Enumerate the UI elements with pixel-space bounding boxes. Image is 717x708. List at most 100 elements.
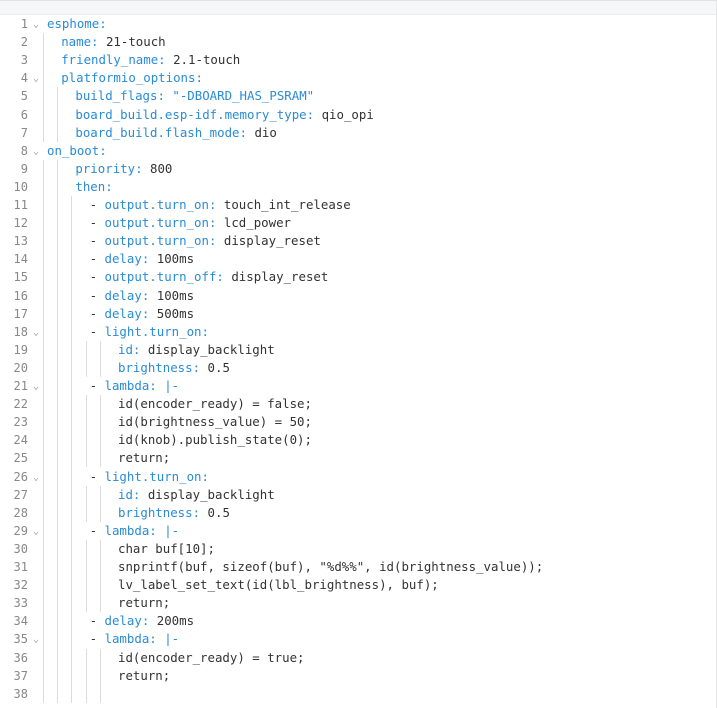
line-number: 1 [20,17,28,31]
chevron-down-icon[interactable]: ⌄ [31,469,41,487]
code-text: id(encoder_ready) = false; [118,395,312,413]
chevron-down-icon[interactable]: ⌄ [31,143,41,161]
yaml-key: platformio_options [61,70,196,86]
code-line[interactable]: 26 ⌄ - light.turn_on: [0,468,717,486]
line-number: 29 [13,523,28,538]
code-line[interactable]: 31 snprintf(buf, sizeof(buf), "%d%%", id(… [0,558,717,576]
code-text: - delay: 100ms [90,250,194,268]
list-dash: - [89,197,105,212]
code-line[interactable]: 12 - output.turn_on: lcd_power [0,214,717,232]
code-line[interactable]: 37 return; [0,667,717,685]
chevron-down-icon[interactable]: ⌄ [31,70,41,88]
code-line[interactable]: 14 - delay: 100ms [0,250,717,268]
key-separator: : [201,323,209,339]
line-number: 10 [13,179,28,194]
yaml-value: dio [246,124,277,140]
code-line[interactable]: 33 return; [0,594,717,612]
code-line[interactable]: 36 id(encoder_ready) = true; [0,649,717,667]
code-line[interactable]: 10 then: [0,178,717,196]
code-line[interactable]: 16 - delay: 100ms [0,287,717,305]
line-number: 20 [13,360,28,375]
code-line[interactable]: 1 ⌄ esphome: [0,15,717,33]
code-line[interactable]: 28 brightness: 0.5 [0,504,717,522]
code-text: return; [118,449,170,467]
code-area[interactable]: 1 ⌄ esphome: 2 name: 21-touch 3 friendly_name:… [0,15,717,708]
list-dash: - [89,631,105,647]
line-number: 2 [20,35,28,50]
code-text: lv_label_set_text(id(lbl_brightness), bu… [118,576,439,594]
code-line[interactable]: 29 ⌄ - lambda: |- [0,522,717,540]
yaml-value: 21-touch [98,34,166,50]
yaml-value: 500ms [149,305,195,321]
yaml-key: delay [104,613,142,629]
list-dash: - [89,613,105,629]
yaml-key: output.turn_off [104,269,217,285]
code-line[interactable]: 23 id(brightness_value) = 50; [0,413,717,431]
yaml-value: id(brightness_value) = 50; [118,414,312,430]
code-line[interactable]: 3 friendly_name: 2.1-touch [0,51,717,69]
code-line[interactable]: 17 - delay: 500ms [0,305,717,323]
yaml-key: output.turn_on [104,233,209,249]
indent-guide [57,87,59,142]
chevron-down-icon[interactable]: ⌄ [31,324,41,342]
code-line[interactable]: 6 board_build.esp-idf.memory_type: qio_op… [0,106,717,124]
code-line[interactable]: 7 board_build.flash_mode: dio [0,124,717,142]
yaml-value: id(encoder_ready) = true; [118,649,305,665]
code-line[interactable]: 8 ⌄ on_boot: [0,142,717,160]
code-line[interactable]: 19 id: display_backlight [0,341,717,359]
key-separator: : [158,52,166,68]
yaml-key: output.turn_on [104,197,209,212]
code-line[interactable]: 5 build_flags: "-DBOARD_HAS_PSRAM" [0,87,717,105]
code-line[interactable]: 34 - delay: 200ms [0,612,717,630]
code-line[interactable]: 25 return; [0,449,717,467]
code-editor[interactable]: 1 ⌄ esphome: 2 name: 21-touch 3 friendly_name:… [0,0,717,708]
code-text: - light.turn_on: [90,323,209,341]
chevron-down-icon[interactable]: ⌄ [31,16,41,34]
line-number: 21 [13,379,28,393]
key-separator: : [149,631,157,647]
chevron-down-icon[interactable]: ⌄ [31,523,41,541]
code-text: - delay: 200ms [90,612,194,630]
code-line[interactable]: 21 ⌄ - lambda: |- [0,377,717,395]
code-line[interactable]: 24 id(knob).publish_state(0); [0,431,717,449]
list-dash: - [89,287,105,303]
yaml-value: display_backlight [140,486,275,502]
code-line[interactable]: 30 char buf[10]; [0,540,717,558]
list-dash: - [89,269,105,285]
code-line[interactable]: 18 ⌄ - light.turn_on: [0,323,717,341]
code-text: - lambda: |- [90,377,180,395]
yaml-value: qio_opi [314,106,374,122]
code-line[interactable]: 38 [0,685,717,703]
code-line[interactable]: 15 - output.turn_off: display_reset [0,268,717,286]
indent-guide [71,196,73,703]
chevron-down-icon[interactable]: ⌄ [31,378,41,396]
code-line[interactable]: 11 - output.turn_on: touch_int_release [0,196,717,214]
editor-top-bar [0,1,717,15]
line-number: 6 [20,107,28,122]
code-line[interactable]: 20 brightness: 0.5 [0,359,717,377]
yaml-key: brightness [118,504,193,520]
line-number: 28 [13,505,28,520]
string-value: "-DBOARD_HAS_PSRAM" [164,88,315,104]
code-line[interactable]: 4 ⌄ platformio_options: [0,69,717,87]
indent-guide [85,485,87,522]
yaml-value: return; [118,667,171,683]
code-line[interactable]: 9 priority: 800 [0,160,717,178]
yaml-key: build_flags [75,88,158,104]
list-dash: - [89,323,105,339]
chevron-down-icon[interactable]: ⌄ [31,631,41,649]
code-line[interactable]: 32 lv_label_set_text(id(lbl_brightness), … [0,576,717,594]
code-text: - lambda: |- [90,630,180,648]
code-line[interactable]: 13 - output.turn_on: display_reset [0,232,717,250]
list-dash: - [89,215,105,231]
yaml-value: 100ms [149,287,195,303]
key-separator: : [149,522,157,538]
code-line[interactable]: 35 ⌄ - lambda: |- [0,630,717,648]
code-line[interactable]: 2 name: 21-touch [0,33,717,51]
indent-guide [99,395,101,468]
indent-guide [85,395,87,468]
code-line[interactable]: 27 id: display_backlight [0,486,717,504]
code-line[interactable]: 22 id(encoder_ready) = false; [0,395,717,413]
code-text: id(encoder_ready) = true; [118,649,305,667]
line-number: 23 [13,415,28,430]
